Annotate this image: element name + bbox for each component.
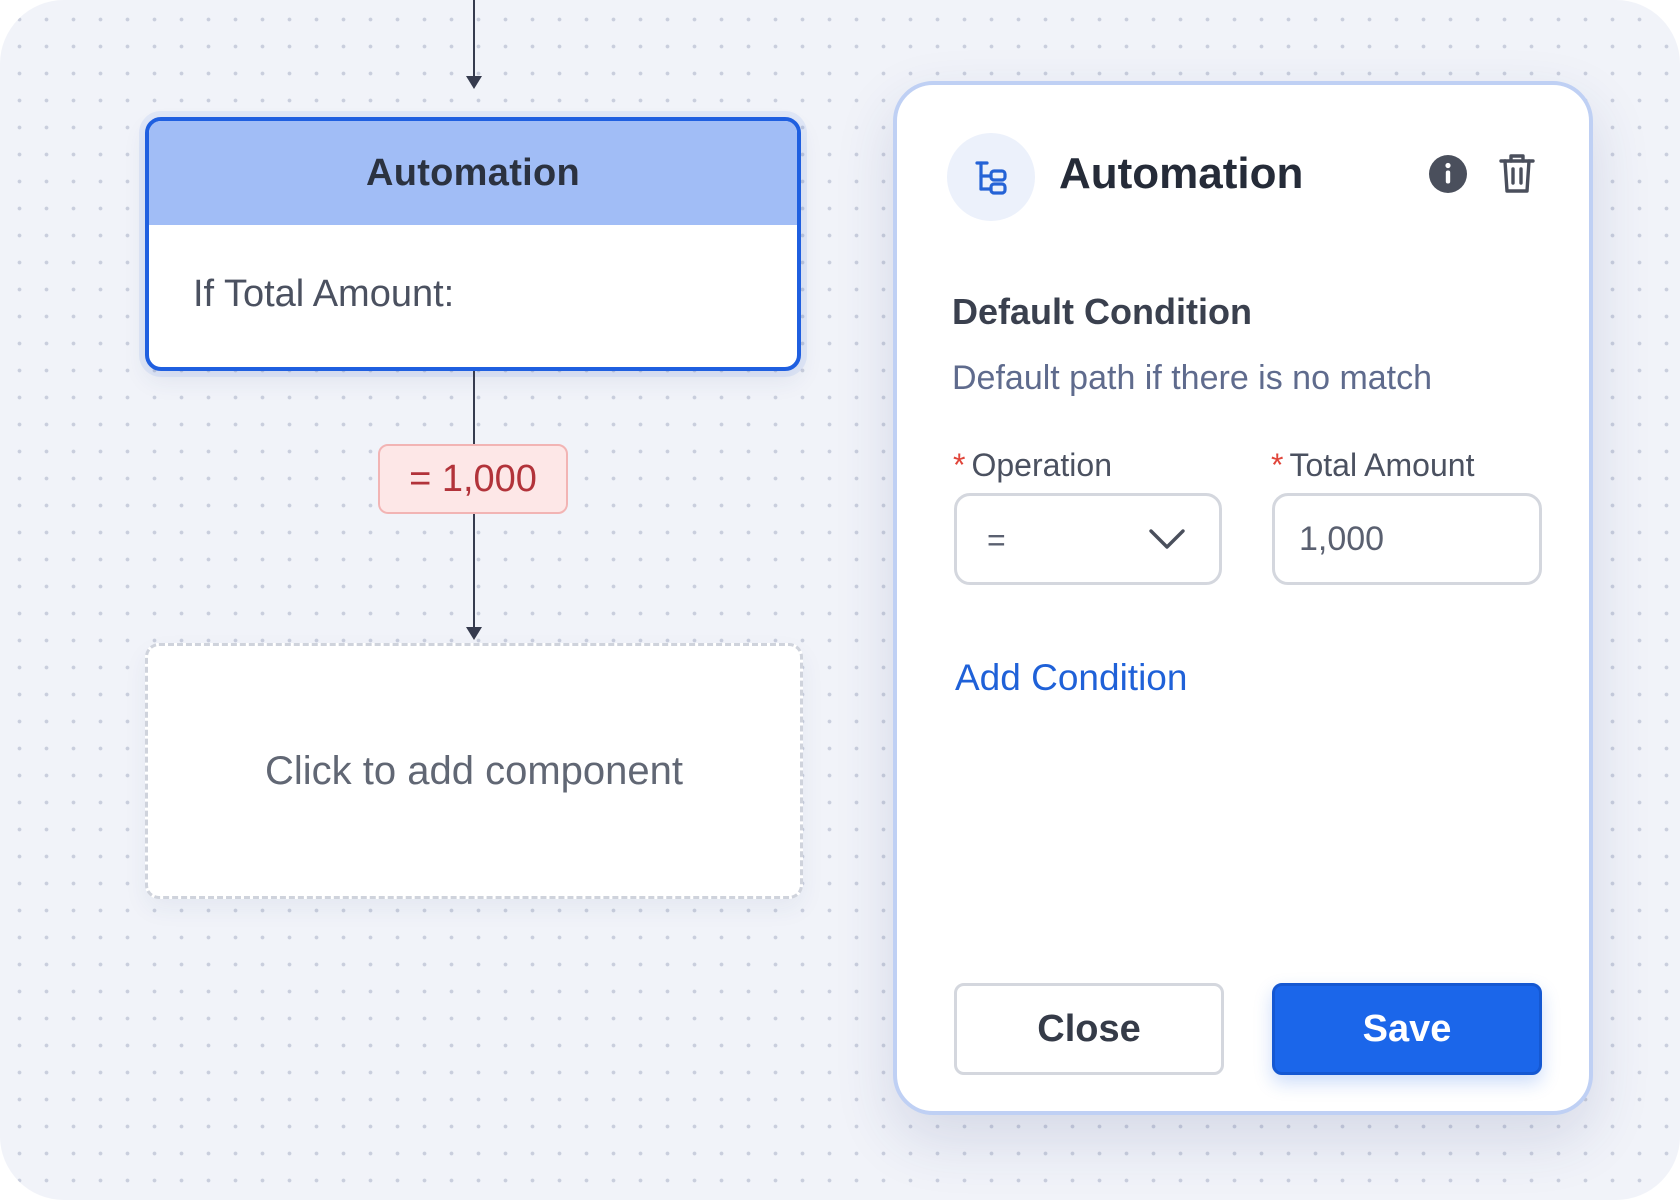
add-component-placeholder[interactable]: Click to add component: [145, 643, 803, 899]
total-amount-label-text: Total Amount: [1289, 447, 1475, 483]
info-icon[interactable]: [1427, 153, 1469, 195]
edge-connector-bottom: [473, 514, 475, 628]
operation-label: * Operation: [953, 447, 1112, 484]
section-title: Default Condition: [952, 291, 1252, 332]
total-amount-input[interactable]: [1272, 493, 1542, 585]
save-button[interactable]: Save: [1272, 983, 1542, 1075]
incoming-connector: [473, 0, 475, 76]
edge-connector-top: [473, 371, 475, 444]
total-amount-label: * Total Amount: [1271, 447, 1474, 484]
node-condition-text: If Total Amount:: [193, 273, 455, 315]
close-button[interactable]: Close: [954, 983, 1224, 1075]
add-condition-link[interactable]: Add Condition: [955, 657, 1187, 699]
operation-select[interactable]: =: [954, 493, 1222, 585]
node-title: Automation: [149, 121, 797, 225]
section-description: Default path if there is no match: [952, 359, 1433, 397]
automation-settings-panel: Automation Default Condition Default pat…: [893, 81, 1593, 1115]
required-marker: *: [1271, 447, 1284, 483]
operation-select-value: =: [987, 522, 1006, 558]
incoming-arrow-icon: [466, 76, 482, 89]
flow-tree-icon: [947, 133, 1035, 221]
required-marker: *: [953, 447, 966, 483]
flow-canvas[interactable]: Automation If Total Amount: = 1,000 Clic…: [0, 0, 1680, 1200]
edge-arrow-icon: [466, 627, 482, 640]
chevron-down-icon: [1149, 529, 1185, 549]
automation-node[interactable]: Automation If Total Amount:: [145, 117, 801, 371]
trash-icon[interactable]: [1497, 151, 1537, 195]
operation-label-text: Operation: [971, 447, 1112, 483]
edge-condition-badge[interactable]: = 1,000: [378, 444, 568, 514]
panel-title: Automation: [1059, 149, 1304, 198]
